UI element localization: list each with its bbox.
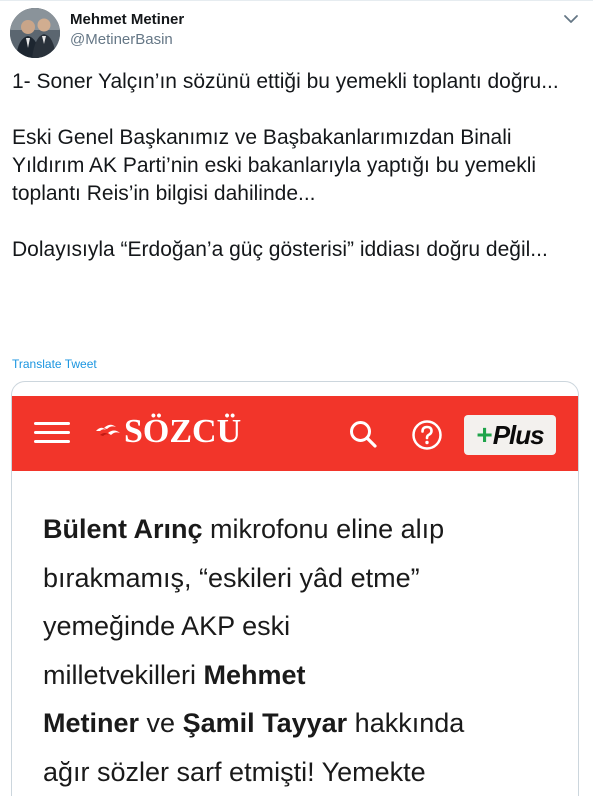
article-text: Bülent Arınç mikrofonu eline alıp bırakm… bbox=[43, 505, 563, 796]
article-text-span: hakkında bbox=[347, 708, 465, 738]
logo-text: SÖZCÜ bbox=[124, 413, 242, 450]
tweet-paragraph: Dolayısıyla “Erdoğan’a güç gösterisi” id… bbox=[12, 238, 548, 261]
avatar[interactable] bbox=[10, 8, 60, 58]
article-text-span: milletvekilleri bbox=[43, 659, 204, 690]
article-line: ağır sözler sarf etmişti! Yemekte bbox=[43, 756, 426, 787]
translate-tweet-link[interactable]: Translate Tweet bbox=[12, 357, 97, 371]
tweet-paragraph: 1- Soner Yalçın’ın sözünü ettiği bu yeme… bbox=[12, 70, 559, 93]
hamburger-menu-icon bbox=[34, 420, 70, 446]
avatar-photo bbox=[10, 8, 60, 58]
article-bold: Metiner bbox=[43, 708, 140, 738]
article-text-span: ve bbox=[139, 708, 183, 738]
site-header: SÖZCÜ + Plus bbox=[12, 396, 578, 471]
plus-sign: + bbox=[476, 419, 493, 450]
author-name[interactable]: Mehmet Metiner bbox=[70, 11, 184, 28]
article-line: bırakmamış, “eskileri yâd etme” bbox=[43, 562, 420, 593]
attached-image[interactable]: SÖZCÜ + Plus Bülent Arınç mikrofonu elin… bbox=[11, 381, 579, 796]
sozcu-logo: SÖZCÜ bbox=[94, 412, 241, 452]
article-text-span: mikrofonu eline alıp bbox=[202, 514, 445, 544]
birds-logo-icon bbox=[96, 424, 120, 436]
article-bold: Bülent Arınç bbox=[43, 514, 203, 544]
plus-label: Plus bbox=[492, 419, 545, 450]
search-icon bbox=[348, 419, 378, 449]
divider bbox=[0, 0, 593, 1]
tweet-text: 1- Soner Yalçın’ın sözünü ettiği bu yeme… bbox=[12, 68, 582, 264]
author-handle[interactable]: @MetinerBasin bbox=[70, 31, 173, 48]
article-line: Metiner ve Şamil Tayyar hakkında bbox=[43, 699, 563, 748]
help-circle-icon bbox=[411, 419, 443, 451]
chevron-down-icon[interactable] bbox=[563, 12, 579, 26]
tweet: Mehmet Metiner @MetinerBasin 1- Soner Ya… bbox=[0, 0, 593, 796]
plus-button: + Plus bbox=[464, 415, 556, 455]
article-bold: Şamil Tayyar bbox=[182, 708, 348, 738]
article-bold: Mehmet bbox=[203, 659, 306, 690]
article-line: milletvekilleri Mehmet bbox=[43, 651, 563, 700]
article-line: Bülent Arınç mikrofonu eline alıp bbox=[43, 505, 563, 554]
article-line: yemeğinde AKP eski bbox=[43, 611, 291, 641]
tweet-paragraph: Eski Genel Başkanımız ve Başbakanlarımız… bbox=[12, 126, 537, 205]
